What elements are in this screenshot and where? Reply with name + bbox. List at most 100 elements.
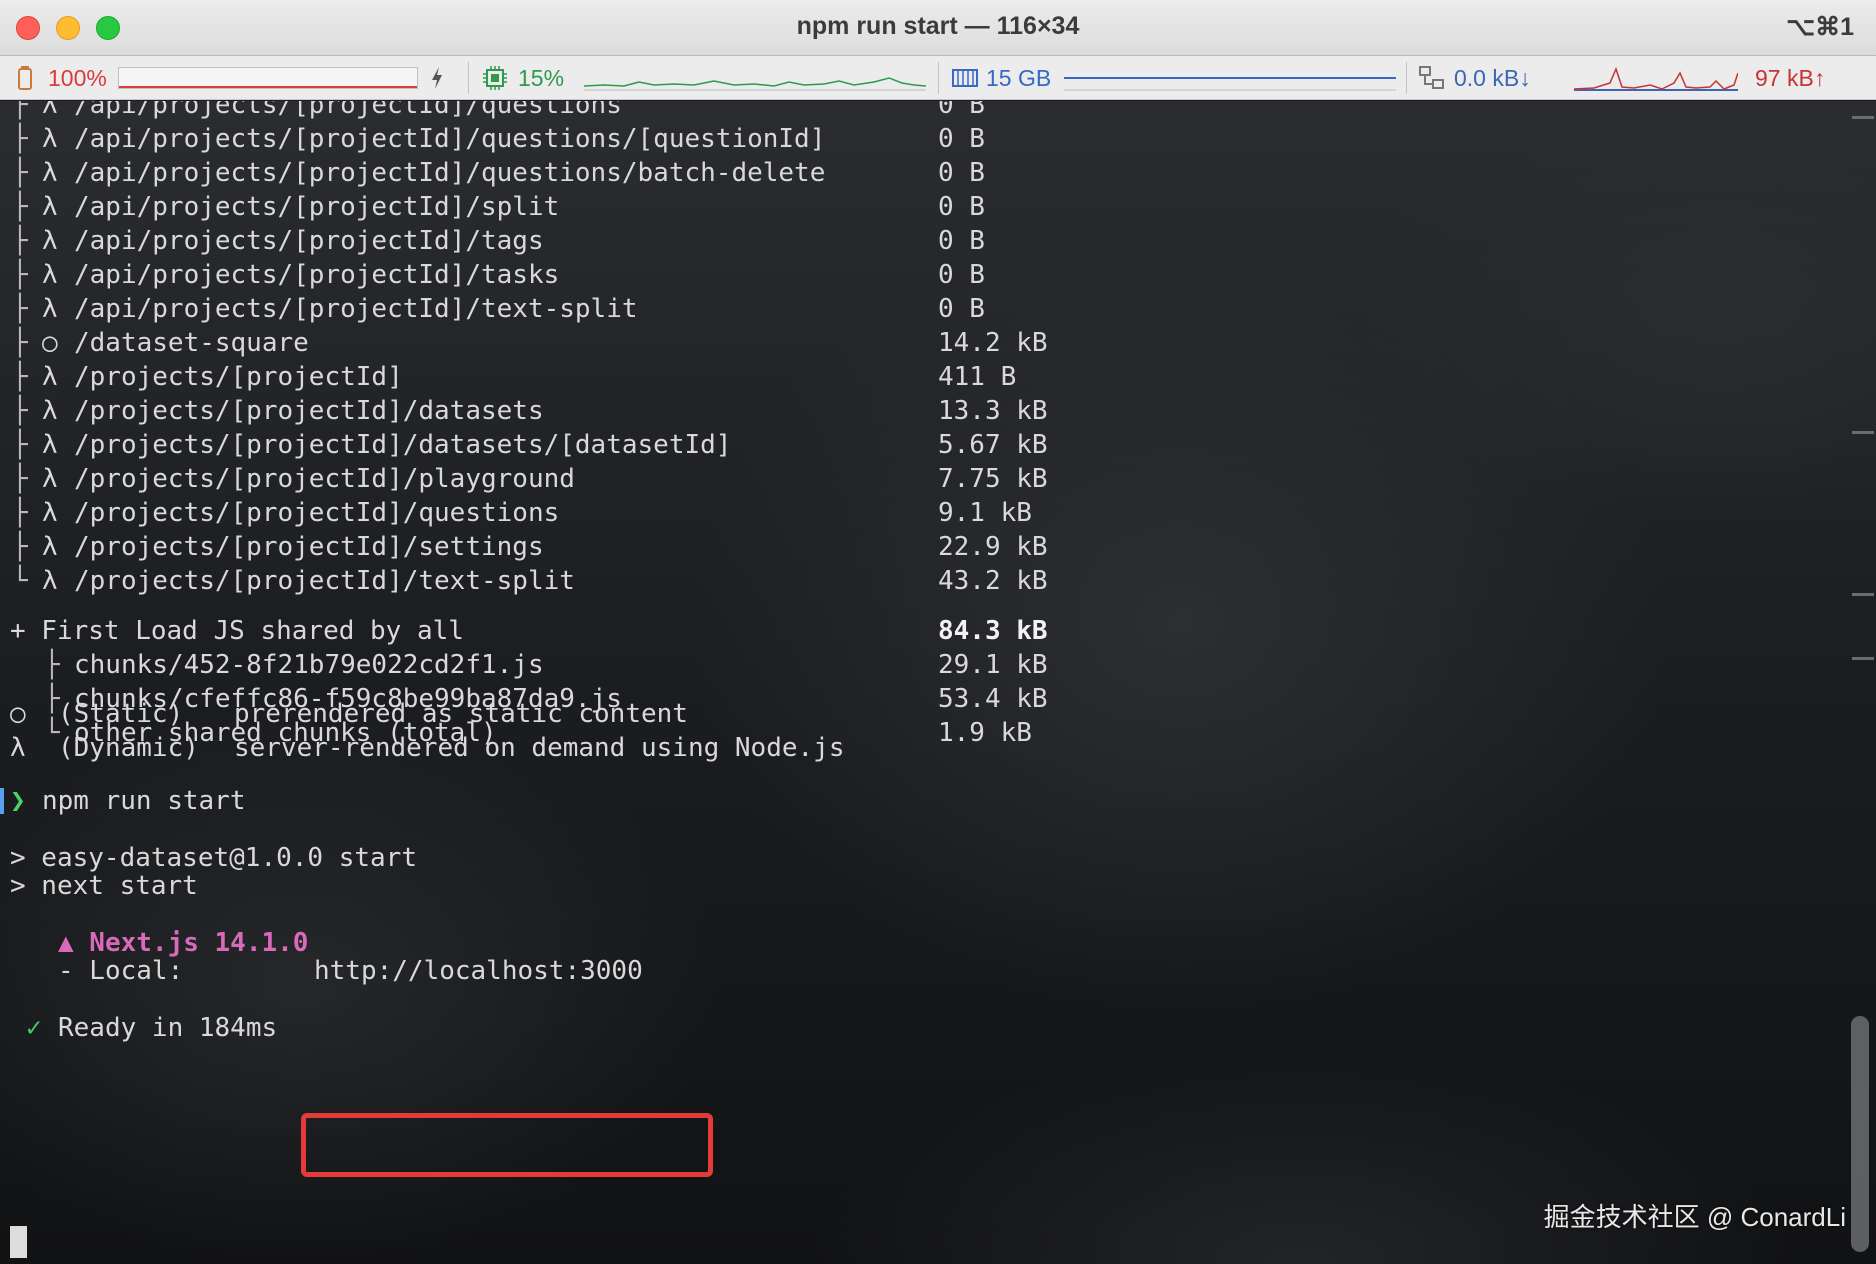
tree-branch: ├ [12, 328, 28, 358]
route-type-symbol: λ [42, 226, 58, 256]
tree-branch: ├ [12, 226, 28, 256]
route-size: 9.1 kB [938, 498, 1032, 528]
memory-value: 15 GB [986, 64, 1052, 91]
tree-branch: ├ [12, 260, 28, 290]
route-path: /projects/[projectId]/datasets [74, 396, 544, 426]
route-type-symbol: λ [42, 498, 58, 528]
network-download: 0.0 kB↓ [1454, 64, 1531, 91]
tree-branch: ├ [12, 101, 28, 120]
route-type-symbol: λ [42, 294, 58, 324]
tree-branch: └ [12, 566, 28, 596]
battery-percent: 100% [48, 64, 107, 91]
route-size: 0 B [938, 226, 985, 256]
window-titlebar: npm run start — 116×34 ⌥⌘1 [0, 0, 1876, 56]
route-path: /projects/[projectId] [74, 362, 403, 392]
tree-branch: ├ [12, 192, 28, 222]
route-size: 0 B [938, 124, 985, 154]
shared-js-row: + First Load JS shared by all 84.3 kB [0, 614, 1048, 648]
cpu-chip-icon [482, 56, 508, 100]
shared-js-label: + First Load JS shared by all [10, 616, 464, 646]
window-shortcut: ⌥⌘1 [1786, 13, 1854, 41]
scroll-mark [1852, 593, 1874, 596]
network-icon [1418, 56, 1446, 100]
tree-branch: ├ [12, 158, 28, 188]
status-bar: 100% 15% 15 GB 0.0 kB↓ 97 kB↑ [0, 56, 1876, 100]
chunk-name: chunks/452-8f21b79e022cd2f1.js [74, 650, 544, 680]
route-path: /projects/[projectId]/playground [74, 464, 575, 494]
status-divider [468, 62, 469, 94]
route-size: 0 B [938, 192, 985, 222]
terminal-cursor [10, 1226, 27, 1258]
route-path: /projects/[projectId]/settings [74, 532, 544, 562]
scroll-mark [1852, 431, 1874, 434]
status-divider [1406, 62, 1407, 94]
chunk-size: 29.1 kB [938, 650, 1048, 680]
command-text: npm run start [42, 786, 246, 816]
cpu-percent: 15% [518, 64, 565, 91]
route-path: /api/projects/[projectId]/tasks [74, 260, 560, 290]
tree-branch: ├ [12, 430, 28, 460]
legend-kind: (Dynamic) [58, 733, 199, 763]
url-highlight-box [301, 1113, 713, 1177]
route-size: 0 B [938, 294, 985, 324]
tree-branch: ├ [44, 650, 60, 680]
cpu-graph [584, 56, 926, 100]
route-type-symbol: λ [42, 158, 58, 188]
route-type-symbol: λ [42, 260, 58, 290]
window-title: npm run start — 116×34 [796, 12, 1080, 40]
local-url-line: - Local: http://localhost:3000 [0, 954, 643, 988]
tree-branch: ├ [12, 362, 28, 392]
tree-branch: ├ [12, 124, 28, 154]
route-size: 7.75 kB [938, 464, 1048, 494]
tree-branch: ├ [12, 498, 28, 528]
memory-icon [952, 56, 978, 100]
route-path: /api/projects/[projectId]/questions/[que… [74, 124, 826, 154]
route-size: 0 B [938, 260, 985, 290]
local-label: - Local: [58, 956, 184, 986]
route-type-symbol: λ [42, 464, 58, 494]
tree-branch: ├ [12, 294, 28, 324]
charging-bolt-icon [430, 56, 444, 100]
route-size: 411 B [938, 362, 1017, 392]
route-size: 13.3 kB [938, 396, 1048, 426]
route-type-symbol: λ [42, 362, 58, 392]
route-path: /api/projects/[projectId]/questions/batc… [74, 158, 826, 188]
route-path: /api/projects/[projectId]/tags [74, 226, 544, 256]
route-path: /api/projects/[projectId]/questions [74, 101, 622, 120]
tree-branch: ├ [12, 396, 28, 426]
watermark: 掘金技术社区 @ ConardLi [1543, 1202, 1846, 1232]
memory-graph [1064, 56, 1396, 100]
script-line-text: > next start [10, 871, 198, 901]
shared-js-total: 84.3 kB [938, 616, 1048, 646]
route-size: 43.2 kB [938, 566, 1048, 596]
battery-icon [18, 56, 32, 100]
route-path: /dataset-square [74, 328, 309, 358]
tree-branch: ├ [12, 532, 28, 562]
terminal-area[interactable]: ├ λ/api/projects/[projectId]/questions 0 B… [0, 101, 1876, 1264]
route-type-symbol: λ [42, 430, 58, 460]
prompt-symbol: ❯ [10, 786, 26, 816]
tree-branch: ├ [12, 464, 28, 494]
scrollbar-thumb[interactable] [1851, 1016, 1869, 1252]
route-type-symbol: λ [42, 124, 58, 154]
ready-check-icon: ✓ [26, 1013, 42, 1043]
route-path: /api/projects/[projectId]/split [74, 192, 560, 222]
battery-bar [118, 67, 418, 89]
status-divider [938, 62, 939, 94]
route-type-symbol: λ [42, 101, 58, 120]
legend-description: server-rendered on demand using Node.js [234, 733, 845, 763]
chunk-size: 1.9 kB [938, 718, 1032, 748]
network-graph [1574, 56, 1738, 100]
command-prompt-line: ❯ npm run start [0, 784, 246, 818]
local-url-link[interactable]: http://localhost:3000 [314, 954, 643, 988]
route-path: /projects/[projectId]/datasets/[datasetI… [74, 430, 732, 460]
route-type-symbol: λ [42, 192, 58, 222]
route-size: 14.2 kB [938, 328, 1048, 358]
legend-kind: (Static) [58, 699, 184, 729]
scroll-mark [1852, 657, 1874, 660]
route-path: /projects/[projectId]/questions [74, 498, 560, 528]
ready-text: Ready in 184ms [58, 1013, 278, 1043]
route-path: /api/projects/[projectId]/text-split [74, 294, 638, 324]
route-size: 0 B [938, 101, 985, 120]
prompt-marker [0, 788, 4, 814]
